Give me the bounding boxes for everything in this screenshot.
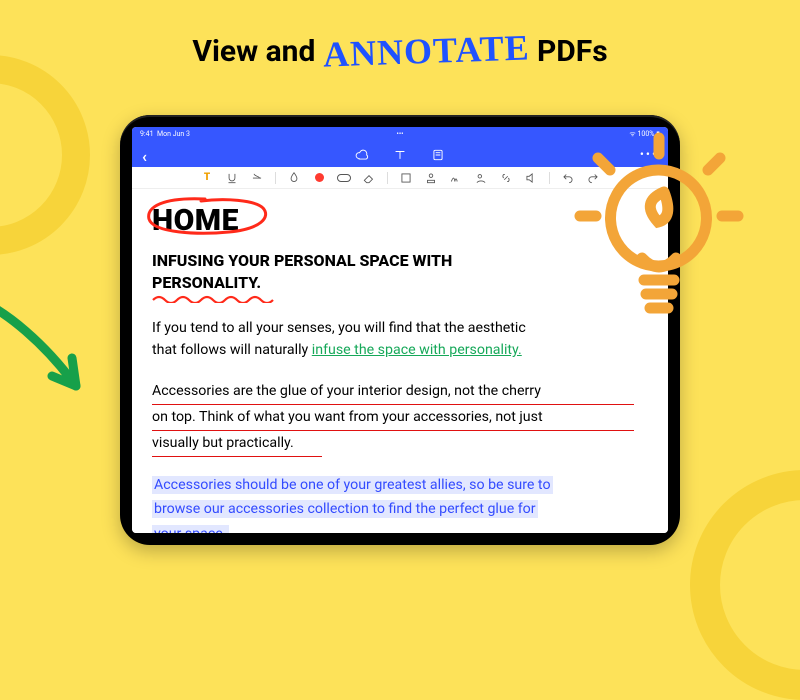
paragraph-underlined: Accessories are the glue of your interio… <box>152 379 634 457</box>
text-color-tool[interactable]: T <box>200 171 214 185</box>
color-red[interactable] <box>312 171 326 185</box>
link-tool[interactable] <box>499 171 513 185</box>
text-line: on top. Think of what you want from your… <box>152 409 543 425</box>
text-line: that follows will naturally <box>152 342 312 358</box>
highlight-annotation: browse our accessories collection to fin… <box>152 500 538 518</box>
text-line: Accessories are the glue of your interio… <box>152 383 541 399</box>
shapes-tool[interactable] <box>399 171 413 185</box>
text-tool-icon[interactable] <box>393 147 407 161</box>
undo-tool[interactable] <box>561 171 575 185</box>
page-title: View and ANNOTATE PDFs <box>0 28 800 70</box>
paragraph-highlighted: Accessories should be one of your greate… <box>152 473 634 533</box>
divider <box>275 172 276 184</box>
subhead-line: PERSONALITY. <box>152 273 261 292</box>
app-screen: 9:41 Mon Jun 3 ••• ᯤ 100% ▮ ‹ ••• T <box>132 127 668 533</box>
highlight-annotation: your space. <box>152 525 229 533</box>
highlight-annotation: Accessories should be one of your greate… <box>152 476 553 494</box>
doc-title: HOME <box>152 203 239 238</box>
topbar-center <box>132 147 668 161</box>
underline-tool[interactable] <box>225 171 239 185</box>
strike-tool[interactable] <box>250 171 264 185</box>
headline-post: PDFs <box>529 34 607 69</box>
squiggle-underline-annotation <box>152 295 282 303</box>
highlighted-green-text: infuse the space with personality. <box>312 342 522 358</box>
headline-annotate: ANNOTATE <box>322 26 530 75</box>
paragraph: If you tend to all your senses, you will… <box>152 317 634 361</box>
tablet-frame: 9:41 Mon Jun 3 ••• ᯤ 100% ▮ ‹ ••• T <box>120 115 680 545</box>
divider <box>387 172 388 184</box>
status-bar: 9:41 Mon Jun 3 ••• ᯤ 100% ▮ <box>132 127 668 141</box>
text-line: If you tend to all your senses, you will… <box>152 320 526 336</box>
audio-tool[interactable] <box>524 171 538 185</box>
stamp-tool[interactable] <box>424 171 438 185</box>
ink-tool[interactable] <box>287 171 301 185</box>
document-page: HOME INFUSING YOUR PERSONAL SPACE WITH P… <box>132 189 668 533</box>
note-icon[interactable] <box>431 147 445 161</box>
image-tool[interactable] <box>474 171 488 185</box>
subhead-line: INFUSING YOUR PERSONAL SPACE WITH <box>152 251 452 270</box>
annotation-toolbar: T <box>132 167 668 189</box>
red-underline-annotation <box>152 456 322 457</box>
headline-pre: View and <box>192 34 322 69</box>
signature-tool[interactable] <box>449 171 463 185</box>
eraser-tool[interactable] <box>362 171 376 185</box>
redo-tool[interactable] <box>586 171 600 185</box>
bg-decor-circle <box>690 470 800 700</box>
stroke-width-tool[interactable] <box>337 171 351 185</box>
divider <box>549 172 550 184</box>
doc-subheading: INFUSING YOUR PERSONAL SPACE WITH PERSON… <box>152 250 634 303</box>
cloud-icon[interactable] <box>355 147 369 161</box>
app-topbar: ‹ ••• <box>132 141 668 167</box>
arrow-annotation <box>0 290 106 410</box>
bg-decor-circle <box>0 55 90 255</box>
status-notch: ••• <box>132 130 668 138</box>
text-line: visually but practically. <box>152 435 294 451</box>
